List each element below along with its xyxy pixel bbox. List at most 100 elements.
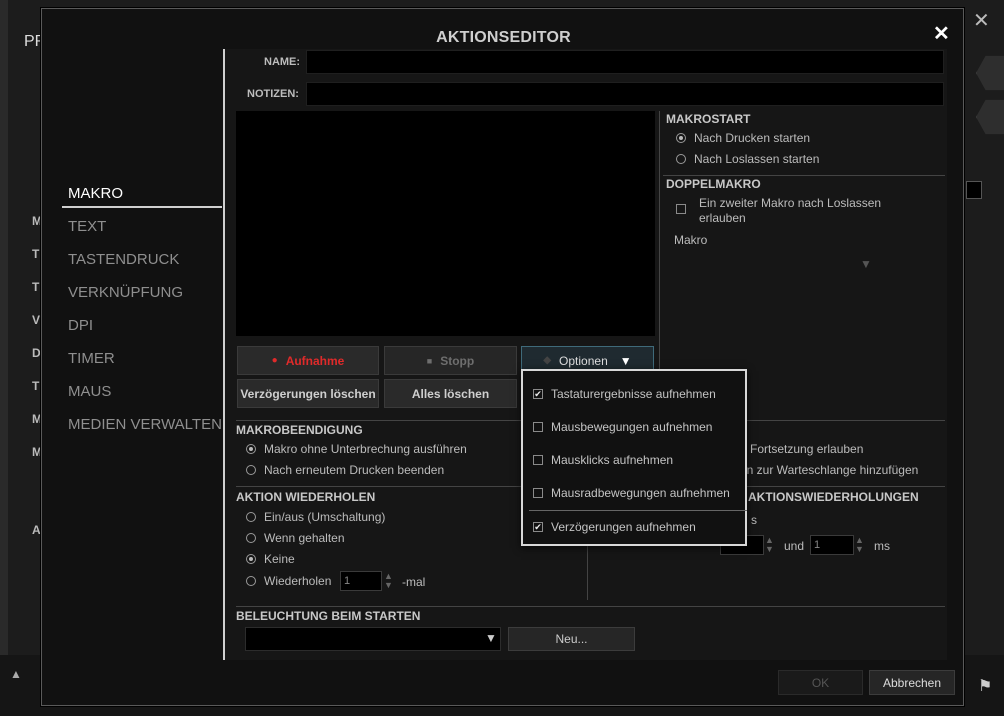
checkbox-icon[interactable]: [533, 422, 543, 432]
partial-option-text[interactable]: ren zur Warteschlange hinzufügen: [736, 463, 918, 477]
radio-icon[interactable]: [246, 554, 256, 564]
nav-item-dpi[interactable]: DPI: [68, 317, 93, 334]
lighting-dropdown-icon[interactable]: ▼: [485, 631, 497, 645]
repeat-action-option-label: Wenn gehalten: [264, 531, 345, 545]
name-input[interactable]: [306, 50, 944, 74]
macro-select[interactable]: [674, 252, 880, 272]
nav-divider: [223, 49, 225, 660]
options-dropdown-menu: ✔ Tastaturergebnisse aufnehmen Mausbeweg…: [521, 369, 747, 546]
nav-active-underline: [62, 206, 222, 208]
macro-start-option[interactable]: Nach Drucken starten: [676, 131, 810, 145]
stop-button-label: Stopp: [440, 353, 475, 368]
background-close-icon[interactable]: ✕: [973, 8, 990, 33]
notes-label: NOTIZEN:: [247, 88, 299, 100]
option-record-keys[interactable]: ✔ Tastaturergebnisse aufnehmen: [533, 387, 716, 401]
delay-value-b-text: 1: [814, 539, 821, 551]
stop-square-icon: ■: [426, 355, 433, 366]
stepper-arrows-icon[interactable]: ▲ ▼: [855, 536, 864, 554]
stepper-arrows-icon[interactable]: ▲ ▼: [384, 572, 393, 590]
macro-end-option[interactable]: Makro ohne Unterbrechung ausführen: [246, 442, 467, 456]
double-macro-checkbox[interactable]: [676, 203, 686, 217]
nav-item-timer[interactable]: TIMER: [68, 350, 115, 367]
radio-icon[interactable]: [676, 133, 686, 143]
option-label: Verzögerungen aufnehmen: [551, 520, 696, 534]
macro-start-option-label: Nach Drucken starten: [694, 131, 811, 145]
radio-icon[interactable]: [246, 465, 256, 475]
repeat-count-stepper[interactable]: 1: [340, 571, 382, 591]
radio-icon[interactable]: [246, 512, 256, 522]
menu-divider: [529, 510, 747, 511]
nav-item-text[interactable]: TEXT: [68, 218, 106, 235]
repeat-action-option[interactable]: Keine: [246, 552, 295, 566]
macro-start-option[interactable]: Nach Loslassen starten: [676, 152, 819, 166]
cancel-button[interactable]: Abbrechen: [869, 670, 955, 695]
record-dot-icon: ●: [271, 355, 278, 366]
double-macro-label-line: erlauben: [699, 211, 746, 225]
background-left-strip: [0, 0, 8, 716]
nav-item-medien-verwalten[interactable]: MEDIEN VERWALTEN: [68, 416, 222, 433]
option-record-mouse-moves[interactable]: Mausbewegungen aufnehmen: [533, 420, 712, 434]
nav-item-verknuepfung[interactable]: VERKNÜPFUNG: [68, 284, 183, 301]
dialog-title: AKTIONSEDITOR: [436, 29, 571, 46]
radio-icon[interactable]: [246, 533, 256, 543]
checkbox-icon[interactable]: ✔: [533, 522, 543, 532]
delay-value-b[interactable]: 1: [810, 535, 854, 555]
macro-end-title: MAKROBEENDIGUNG: [236, 423, 363, 437]
background-letter: T: [32, 280, 40, 294]
double-macro-label-line: Ein zweiter Makro nach Loslassen: [699, 196, 882, 210]
action-editor-dialog: AKTIONSEDITOR ✕ MAKRO TEXT TASTENDRUCK V…: [41, 8, 964, 706]
options-icon: ◆: [543, 355, 552, 366]
checkbox-icon[interactable]: [533, 488, 543, 498]
repeat-suffix: -mal: [402, 575, 426, 589]
clear-delays-button[interactable]: Verzögerungen löschen: [237, 379, 379, 408]
checkbox-icon[interactable]: [676, 204, 686, 214]
macro-events-list[interactable]: [236, 111, 655, 336]
option-record-wheel[interactable]: Mausradbewegungen aufnehmen: [533, 486, 730, 500]
macro-start-title: MAKROSTART: [666, 112, 751, 126]
and-label: und: [784, 539, 805, 553]
stepper-arrows-icon[interactable]: ▲ ▼: [765, 536, 774, 554]
macro-select-dropdown-icon[interactable]: ▼: [860, 257, 872, 271]
options-button-label: Optionen: [559, 353, 608, 368]
section-divider: [236, 606, 945, 607]
option-label: Mausbewegungen aufnehmen: [551, 420, 713, 434]
repeat-action-option[interactable]: Wenn gehalten: [246, 531, 345, 545]
checkbox-icon[interactable]: ✔: [533, 389, 543, 399]
macro-end-option[interactable]: Nach erneutem Drucken beenden: [246, 463, 444, 477]
repeat-action-option[interactable]: Ein/aus (Umschaltung): [246, 510, 385, 524]
background-field[interactable]: [966, 181, 982, 199]
lighting-select[interactable]: [245, 627, 501, 651]
background-letter: T: [32, 379, 40, 393]
radio-icon[interactable]: [676, 154, 686, 164]
repeat-count-value: 1: [344, 575, 351, 587]
option-record-mouse-clicks[interactable]: Mausklicks aufnehmen: [533, 453, 673, 467]
scroll-up-icon[interactable]: ▲: [10, 667, 22, 681]
repeat-action-option-label: Ein/aus (Umschaltung): [264, 510, 386, 524]
partial-option-text[interactable]: er Fortsetzung erlauben: [736, 442, 863, 456]
checkbox-icon[interactable]: [533, 455, 543, 465]
option-label: Tastaturergebnisse aufnehmen: [551, 387, 716, 401]
repeat-action-option-label: Keine: [264, 552, 295, 566]
nav-item-maus[interactable]: MAUS: [68, 383, 111, 400]
background-letter: T: [32, 247, 40, 261]
double-macro-checkbox-label: Ein zweiter Makro nach Loslassen erlaube…: [699, 196, 881, 226]
record-button[interactable]: ● Aufnahme: [237, 346, 379, 375]
repeat-action-option[interactable]: Wiederholen: [246, 574, 331, 588]
close-icon[interactable]: ✕: [933, 21, 950, 46]
radio-icon[interactable]: [246, 444, 256, 454]
new-lighting-button[interactable]: Neu...: [508, 627, 635, 651]
name-label: NAME:: [264, 56, 301, 68]
record-button-label: Aufnahme: [285, 353, 345, 368]
radio-icon[interactable]: [246, 576, 256, 586]
repeat-action-title: AKTION WIEDERHOLEN: [236, 490, 376, 504]
background-letter: V: [32, 313, 41, 327]
action-repeats-title-fragment: AKTIONSWIEDERHOLUNGEN: [748, 490, 919, 504]
option-label: Mausklicks aufnehmen: [551, 453, 674, 467]
nav-item-makro[interactable]: MAKRO: [68, 185, 123, 202]
ok-button[interactable]: OK: [778, 670, 863, 695]
nav-item-tastendruck[interactable]: TASTENDRUCK: [68, 251, 179, 268]
stop-button[interactable]: ■ Stopp: [384, 346, 517, 375]
clear-all-button[interactable]: Alles löschen: [384, 379, 517, 408]
notes-input[interactable]: [306, 82, 944, 106]
option-record-delays[interactable]: ✔ Verzögerungen aufnehmen: [533, 520, 696, 534]
